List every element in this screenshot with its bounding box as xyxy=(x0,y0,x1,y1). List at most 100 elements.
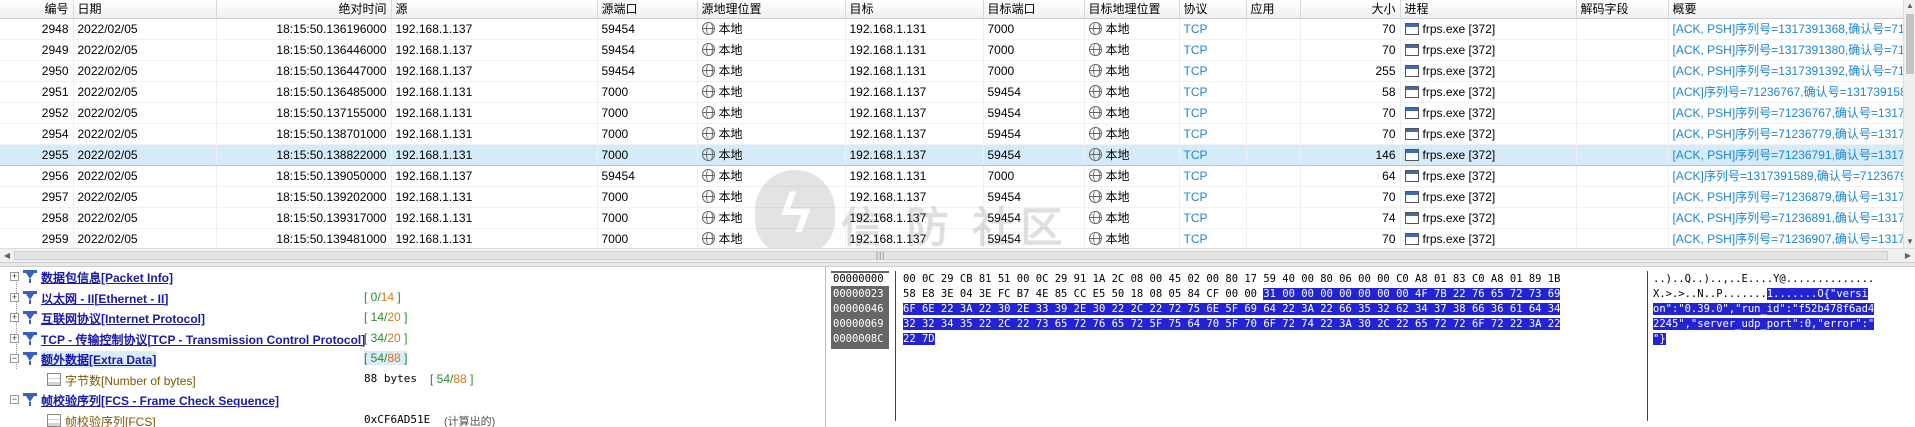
ascii-line[interactable]: 2245","server_udp_port":0,"error":" xyxy=(1653,318,1875,331)
cell-text: TCP xyxy=(1183,63,1208,78)
globe-icon xyxy=(1088,190,1102,203)
tree-node[interactable]: + 互联网协议[Internet Protocol] [ 14/20 ] xyxy=(0,308,825,328)
cell-text: 2022/02/05 xyxy=(77,21,138,36)
column-header[interactable]: 源端口 xyxy=(597,0,698,19)
table-row[interactable]: 2958 2022/02/05 18:15:50.139317000 192.168.… xyxy=(0,207,1904,229)
column-header[interactable]: 解码字段 xyxy=(1576,0,1669,19)
cell-src: 192.168.1.131 xyxy=(391,81,598,103)
ascii-line[interactable]: on":"0.39.0","run_id":"f52b478f6ad4 xyxy=(1653,303,1875,316)
table-row[interactable]: 2948 2022/02/05 18:15:50.136196000 192.168.… xyxy=(0,18,1904,40)
cell-size: 58 xyxy=(1300,81,1401,103)
column-header[interactable]: 目标端口 xyxy=(983,0,1085,19)
cell-sgeo: 本地 xyxy=(697,123,846,145)
tree-node[interactable]: − 帧校验序列[FCS - Frame Check Sequence] xyxy=(0,390,825,410)
tree-node[interactable]: 帧校验序列[FCS] 0xCF6AD51E (计算出的) xyxy=(0,411,825,427)
column-header[interactable]: 源 xyxy=(391,0,598,19)
expand-icon[interactable]: + xyxy=(10,333,19,343)
cell-text: 192.168.1.137 xyxy=(849,84,927,99)
ascii-line[interactable]: X.>.>..N..P.......1.......O{"versi xyxy=(1653,288,1868,301)
hex-divider xyxy=(895,271,896,421)
scroll-up-arrow-icon[interactable]: ▲ xyxy=(1904,0,1915,12)
ascii-line[interactable]: "} xyxy=(1653,333,1666,346)
hex-line[interactable]: 22 7D xyxy=(903,333,935,346)
column-header[interactable]: 概要 xyxy=(1668,0,1904,19)
column-header[interactable]: 源地理位置 xyxy=(697,0,846,19)
table-row[interactable]: 2950 2022/02/05 18:15:50.136447000 192.168.… xyxy=(0,60,1904,82)
funnel-icon xyxy=(23,270,37,283)
column-header[interactable]: 编号 xyxy=(0,0,74,19)
cell-text: [ACK, PSH]序列号=71236891,确认号=131739 xyxy=(1672,211,1903,225)
table-row[interactable]: 2957 2022/02/05 18:15:50.139202000 192.168.… xyxy=(0,186,1904,208)
hex-line[interactable]: 58 E8 3E 04 3E FC B7 4E 85 CC E5 50 18 0… xyxy=(903,288,1561,301)
scroll-right-arrow-icon[interactable]: ▶ xyxy=(1901,249,1915,263)
cell-text: TCP xyxy=(1183,147,1208,162)
cell-text: 18:15:50.137155000 xyxy=(276,105,387,120)
cell-text: TCP xyxy=(1183,126,1208,141)
column-header[interactable]: 大小 xyxy=(1300,0,1401,19)
cell-text: 本地 xyxy=(718,148,743,162)
tree-node-label: 互联网协议[Internet Protocol] xyxy=(41,312,205,326)
cell-text: 7000 xyxy=(601,84,629,99)
column-header[interactable]: 协议 xyxy=(1179,0,1247,19)
column-header[interactable]: 目标 xyxy=(845,0,984,19)
process-icon xyxy=(1404,148,1419,161)
cell-text: 本地 xyxy=(718,127,743,141)
cell-dport: 59454 xyxy=(983,123,1085,145)
hex-offset: 00000000 xyxy=(831,273,889,286)
scroll-down-arrow-icon[interactable]: ▼ xyxy=(1904,236,1915,248)
vertical-scroll-thumb[interactable] xyxy=(1906,14,1914,74)
table-row[interactable]: 2949 2022/02/05 18:15:50.136446000 192.168.… xyxy=(0,39,1904,61)
field-icon xyxy=(47,413,61,427)
horizontal-scrollbar[interactable]: ◀ ||| ▶ xyxy=(0,248,1915,262)
hex-line[interactable]: 00 0C 29 CB 81 51 00 0C 29 91 1A 2C 08 0… xyxy=(903,273,1560,286)
scroll-left-arrow-icon[interactable]: ◀ xyxy=(0,249,14,263)
collapse-icon[interactable]: − xyxy=(10,354,19,363)
hex-line[interactable]: 6F 6E 22 3A 22 30 2E 33 39 2E 30 22 2C 2… xyxy=(903,303,1561,316)
column-header[interactable]: 应用 xyxy=(1246,0,1301,19)
expand-icon[interactable]: + xyxy=(10,272,19,281)
cell-text: 2950 xyxy=(41,63,69,78)
column-header[interactable]: 进程 xyxy=(1400,0,1577,19)
expand-icon[interactable]: + xyxy=(10,313,19,322)
column-header[interactable]: 日期 xyxy=(73,0,217,19)
tree-node[interactable]: + 数据包信息[Packet Info] xyxy=(0,267,825,287)
cell-date: 2022/02/05 xyxy=(73,165,217,187)
table-row[interactable]: 2959 2022/02/05 18:15:50.139481000 192.168.… xyxy=(0,228,1904,250)
hex-bytes: 58 E8 3E 04 3E FC B7 4E 85 CC E5 50 18 0… xyxy=(903,288,1264,300)
tree-node[interactable]: + TCP - 传输控制协议[TCP - Transmission Control… xyxy=(0,329,825,349)
collapse-icon[interactable]: − xyxy=(10,395,19,404)
cell-dst: 192.168.1.131 xyxy=(845,18,984,40)
cell-time: 18:15:50.136485000 xyxy=(216,81,392,103)
cell-text: 7000 xyxy=(601,189,629,204)
hex-offset: 0000008C xyxy=(833,333,884,345)
cell-proto: TCP xyxy=(1179,207,1247,229)
cell-no: 2951 xyxy=(0,81,74,103)
table-row[interactable]: 2956 2022/02/05 18:15:50.139050000 192.168.… xyxy=(0,165,1904,187)
hex-line[interactable]: 32 32 34 35 22 2C 22 73 65 72 76 65 72 5… xyxy=(903,318,1561,331)
tree-node[interactable]: + 以太网 - II[Ethernet - II] [ 0/14 ] xyxy=(0,288,825,308)
cell-text: 70 xyxy=(1382,105,1396,120)
tree-node[interactable]: 字节数[Number of bytes] 88 bytes [ 54/88 ] xyxy=(0,370,825,390)
column-header[interactable]: 目标地理位置 xyxy=(1084,0,1180,19)
table-row[interactable]: 2954 2022/02/05 18:15:50.138701000 192.168.… xyxy=(0,123,1904,145)
cell-text: frps.exe [372] xyxy=(1422,126,1496,141)
horizontal-scroll-thumb[interactable] xyxy=(14,251,1888,260)
tree-node[interactable]: − 额外数据[Extra Data] [ 54/88 ] xyxy=(0,349,825,369)
ascii-text-selected: 1.......O{"versi xyxy=(1766,288,1868,300)
cell-no: 2952 xyxy=(0,102,74,124)
cell-summary: [ACK, PSH]序列号=71236879,确认号=131739 xyxy=(1668,186,1904,208)
table-row[interactable]: 2951 2022/02/05 18:15:50.136485000 192.168.… xyxy=(0,81,1904,103)
cell-decode xyxy=(1576,81,1669,103)
vertical-scrollbar[interactable]: ▲ ▼ xyxy=(1903,0,1915,248)
expand-icon[interactable]: + xyxy=(10,292,19,302)
cell-text: 18:15:50.139050000 xyxy=(276,168,387,183)
globe-icon xyxy=(701,211,715,224)
cell-text: 本地 xyxy=(718,64,743,78)
cell-sgeo: 本地 xyxy=(697,165,846,187)
column-header[interactable]: 绝对时间 xyxy=(216,0,392,19)
cell-src: 192.168.1.131 xyxy=(391,207,598,229)
ascii-line[interactable]: ..)..Q..)..,..E....Y@.............. xyxy=(1653,273,1874,286)
table-row[interactable]: 2955 2022/02/05 18:15:50.138822000 192.168.… xyxy=(0,143,1904,166)
table-row[interactable]: 2952 2022/02/05 18:15:50.137155000 192.168.… xyxy=(0,102,1904,124)
cell-proto: TCP xyxy=(1179,60,1247,82)
